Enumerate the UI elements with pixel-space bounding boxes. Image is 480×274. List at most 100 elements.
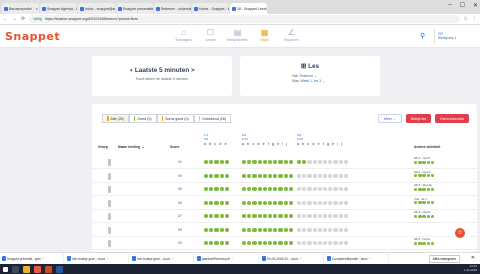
browser-tab[interactable]: Inbox - snappet@snap×	[78, 3, 115, 14]
nav-item-werkpakketten[interactable]: ▤ Werkpakketten	[227, 28, 248, 42]
answer-dot[interactable]	[252, 241, 257, 246]
other-activity[interactable]: Wk 8 - Opsch	[414, 171, 469, 182]
answer-dot[interactable]	[257, 200, 262, 205]
answer-dot[interactable]	[312, 173, 317, 178]
answer-dot[interactable]	[328, 187, 333, 192]
answer-dot[interactable]	[302, 173, 307, 178]
extra-instruction-button[interactable]: Extra instructie	[435, 114, 469, 123]
other-activity[interactable]: Wk 8 - Opsch	[414, 211, 469, 222]
answer-dot[interactable]	[338, 214, 343, 219]
answer-dot[interactable]	[328, 214, 333, 219]
table-row[interactable]: 90 Wk 8 - Opsch	[92, 170, 477, 183]
answer-dot[interactable]	[312, 160, 317, 165]
reload-icon[interactable]: ⟳	[21, 16, 25, 22]
answer-dot[interactable]	[242, 173, 247, 178]
table-row[interactable]: 91 Wk 8 - Opsch	[92, 156, 477, 169]
answer-dot[interactable]	[267, 187, 273, 192]
answer-dot[interactable]	[317, 187, 322, 192]
answer-dot[interactable]	[302, 214, 307, 219]
answer-dot[interactable]	[204, 187, 209, 192]
answer-dot[interactable]	[333, 241, 338, 246]
answer-dot[interactable]	[302, 160, 307, 165]
group-header[interactable]: 1/1 1/9	[204, 133, 208, 141]
answer-dot[interactable]	[247, 214, 252, 219]
answer-dot[interactable]	[267, 160, 273, 165]
system-clock[interactable]: 14:13 1-11-2018	[464, 264, 477, 273]
answer-dot[interactable]	[322, 227, 328, 232]
answer-dot[interactable]	[273, 173, 278, 178]
answer-dot[interactable]	[317, 241, 322, 246]
answer-dot[interactable]	[283, 214, 288, 219]
answer-dot[interactable]	[288, 227, 293, 232]
answer-dot[interactable]	[214, 187, 219, 192]
answer-dot[interactable]	[257, 227, 262, 232]
answer-dot[interactable]	[224, 160, 229, 165]
other-activity[interactable]: Wk 8 - Opsch	[414, 238, 469, 249]
answer-dot[interactable]	[252, 160, 257, 165]
browser-tab[interactable]: Beroepsprofiel ×	[2, 3, 39, 14]
answer-dot[interactable]	[288, 187, 293, 192]
answer-dot[interactable]	[252, 227, 257, 232]
forward-icon[interactable]: →	[12, 16, 17, 22]
powerpoint-icon[interactable]	[45, 265, 52, 273]
browser-tab[interactable]: Rekenen - ondersteunin×	[154, 3, 191, 14]
answer-dot[interactable]	[307, 227, 312, 232]
answer-dot[interactable]	[307, 200, 312, 205]
answer-dot[interactable]	[302, 200, 307, 205]
answer-dot[interactable]	[343, 173, 348, 178]
answer-dot[interactable]	[214, 227, 219, 232]
answer-dot[interactable]	[338, 200, 343, 205]
answer-dot[interactable]	[247, 227, 252, 232]
chevron-up-icon[interactable]: ⌃	[42, 257, 45, 261]
download-item[interactable]: jaardoel/Rumba.pdf ⌃	[197, 254, 259, 263]
answer-dot[interactable]	[322, 187, 328, 192]
answer-dot[interactable]	[209, 241, 214, 246]
answer-dot[interactable]	[338, 173, 343, 178]
answer-dot[interactable]	[317, 173, 322, 178]
answer-dot[interactable]	[242, 187, 247, 192]
answer-dot[interactable]	[307, 173, 312, 178]
answer-dot[interactable]	[322, 160, 328, 165]
answer-dot[interactable]	[278, 227, 283, 232]
answer-dot[interactable]	[262, 187, 267, 192]
answer-dot[interactable]	[273, 160, 278, 165]
answer-dot[interactable]	[278, 241, 283, 246]
show-all-downloads-button[interactable]: Alles weergeven	[428, 255, 460, 263]
answer-dot[interactable]	[343, 241, 348, 246]
answer-dot[interactable]	[328, 241, 333, 246]
answer-dot[interactable]	[333, 214, 338, 219]
snappet-logo[interactable]: Snappet	[5, 30, 60, 43]
answer-dot[interactable]	[328, 160, 333, 165]
download-item[interactable]: Snappet presenta...pptx ⌃	[2, 254, 64, 263]
student-score[interactable]: 90	[178, 174, 182, 178]
answer-dot[interactable]	[283, 160, 288, 165]
answer-dot[interactable]	[283, 227, 288, 232]
answer-dot[interactable]	[317, 214, 322, 219]
answer-dot[interactable]	[257, 160, 262, 165]
answer-dot[interactable]	[288, 160, 293, 165]
file-explorer-icon[interactable]	[23, 265, 30, 273]
browser-tab[interactable]: Home - Snappet - Wer×	[192, 3, 229, 14]
table-row[interactable]: 84 Taal - wk 1	[92, 197, 477, 210]
answer-dot[interactable]	[338, 227, 343, 232]
answer-dot[interactable]	[333, 187, 338, 192]
answer-dot[interactable]	[267, 200, 273, 205]
answer-dot[interactable]	[204, 160, 209, 165]
other-activity[interactable]: Wk 8 - Opsch	[414, 157, 469, 168]
filter-button[interactable]: Goed (0)	[128, 114, 157, 123]
answer-dot[interactable]	[302, 227, 307, 232]
answer-dot[interactable]	[338, 241, 343, 246]
answer-dot[interactable]	[204, 227, 209, 232]
answer-dot[interactable]	[209, 214, 214, 219]
answer-dot[interactable]	[312, 187, 317, 192]
answer-dot[interactable]	[273, 241, 278, 246]
answer-dot[interactable]	[278, 187, 283, 192]
answer-dot[interactable]	[338, 160, 343, 165]
answer-dot[interactable]	[343, 200, 348, 205]
more-button[interactable]: Meer ⌄	[377, 114, 403, 123]
answer-dot[interactable]	[247, 241, 252, 246]
browser-tab[interactable]: Snappet presentatie LN×	[116, 3, 153, 14]
back-icon[interactable]: ←	[3, 16, 8, 22]
col-group[interactable]: Groep	[98, 145, 108, 149]
group-header[interactable]: 3/3 1/13	[297, 133, 303, 141]
